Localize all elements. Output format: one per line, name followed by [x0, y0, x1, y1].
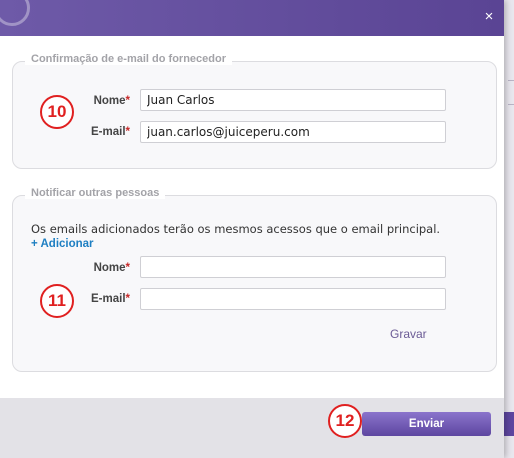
background-mark — [508, 80, 514, 81]
background-page — [504, 0, 514, 458]
supplier-email-input[interactable] — [140, 121, 446, 143]
required-asterisk: * — [125, 126, 130, 138]
add-recipient-link[interactable]: + Adicionar — [31, 238, 94, 250]
section-legend: Notificar outras pessoas — [25, 187, 166, 199]
section-legend: Confirmação de e-mail do fornecedor — [25, 53, 232, 65]
required-asterisk: * — [125, 262, 130, 274]
info-text: Os emails adicionados terão os mesmos ac… — [31, 222, 441, 236]
email-label-text: E-mail — [91, 126, 126, 138]
supplier-confirmation-section: Confirmação de e-mail do fornecedor — [12, 53, 497, 169]
background-mark — [508, 104, 514, 105]
required-asterisk: * — [125, 293, 130, 305]
background-button — [504, 412, 514, 436]
submit-button[interactable]: Enviar — [362, 412, 491, 436]
name-label: Nome* — [30, 95, 130, 107]
annotation-badge-12: 12 — [328, 404, 362, 438]
email-label: E-mail* — [30, 293, 130, 305]
email-label-text: E-mail — [91, 293, 126, 305]
dialog-header: × — [0, 0, 504, 36]
email-label: E-mail* — [30, 126, 130, 138]
logo-icon — [0, 0, 30, 26]
dialog-body: Confirmação de e-mail do fornecedor 10 N… — [0, 36, 504, 398]
other-name-input[interactable] — [140, 256, 446, 278]
required-asterisk: * — [125, 95, 130, 107]
other-email-input[interactable] — [140, 288, 446, 310]
name-label-text: Nome — [93, 262, 126, 274]
save-link[interactable]: Gravar — [390, 327, 427, 341]
name-label-text: Nome — [93, 95, 126, 107]
supplier-email-dialog: × Confirmação de e-mail do fornecedor 10… — [0, 0, 504, 458]
supplier-name-input[interactable] — [140, 89, 446, 111]
name-label: Nome* — [30, 262, 130, 274]
close-icon[interactable]: × — [482, 9, 496, 24]
